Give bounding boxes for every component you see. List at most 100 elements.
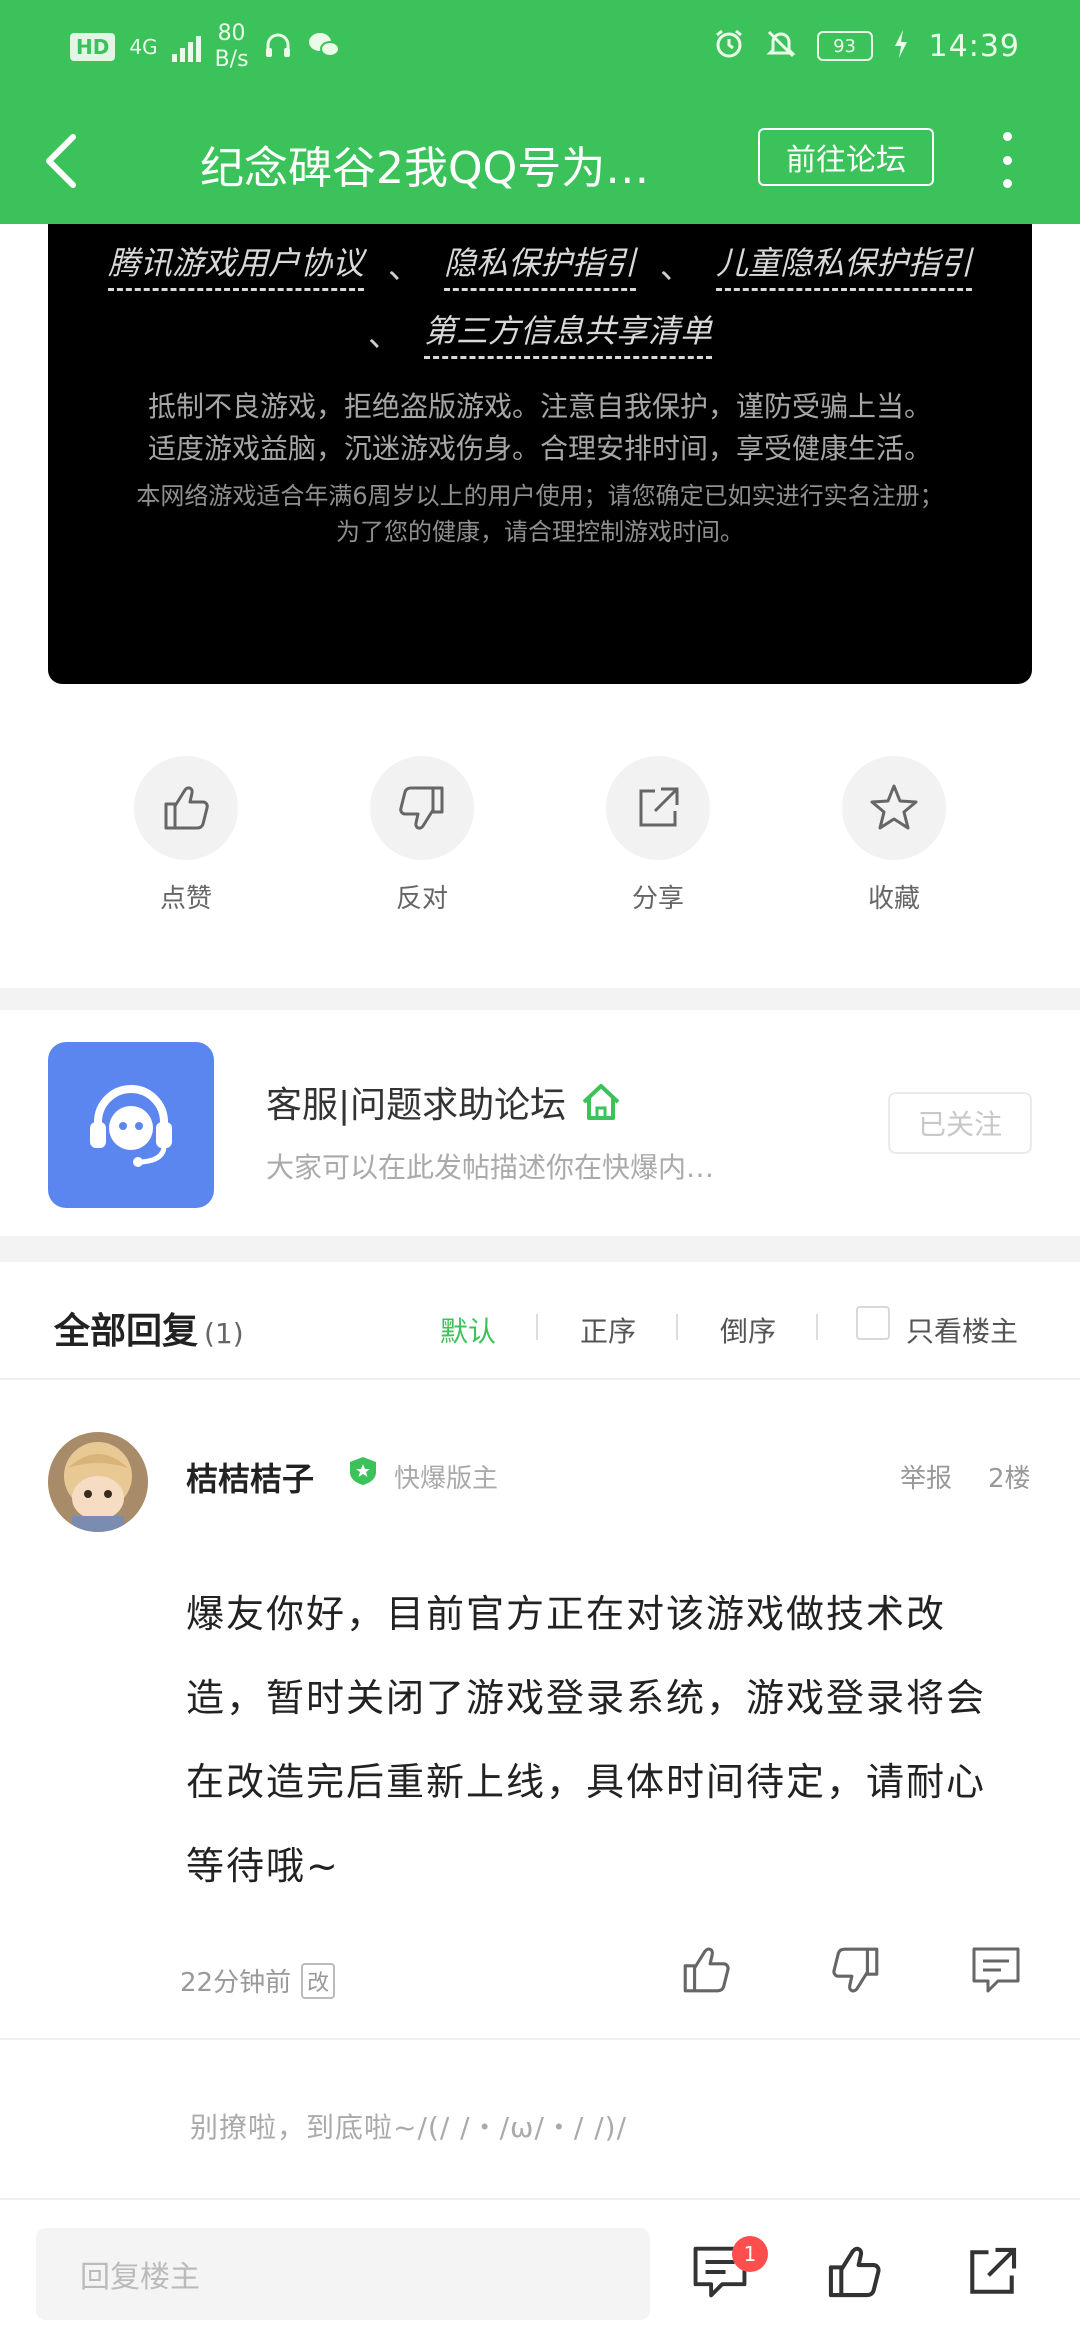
sort-descending-tab[interactable]: 倒序 xyxy=(720,1310,776,1350)
reply-username[interactable]: 桔桔桔子 xyxy=(186,1454,314,1500)
page-title: 纪念碑谷2我QQ号为… xyxy=(200,143,650,194)
wechat-icon xyxy=(307,30,341,64)
forum-logo[interactable] xyxy=(48,1042,214,1208)
comment-icon xyxy=(972,1947,1020,1993)
share-icon xyxy=(639,787,679,827)
agreement-links-row-2: 、 第三方信息共享清单 xyxy=(48,306,1032,359)
headphone-icon xyxy=(263,30,293,64)
reply-input[interactable]: 回复楼主 xyxy=(36,2228,650,2320)
forum-name[interactable]: 客服|问题求助论坛 xyxy=(266,1076,622,1128)
report-link[interactable]: 举报 xyxy=(900,1458,952,1495)
section-divider xyxy=(0,988,1080,1010)
bottom-like-button[interactable] xyxy=(822,2240,886,2304)
user-avatar-image xyxy=(48,1432,148,1532)
thumbs-up-icon xyxy=(164,786,209,830)
agreement-links-row-1: 腾讯游戏用户协议 、 隐私保护指引 、 儿童隐私保护指引 xyxy=(48,238,1032,291)
avatar[interactable] xyxy=(48,1432,148,1532)
reply-like-button[interactable] xyxy=(676,1940,736,2000)
network-speed: 80 B/s xyxy=(215,21,249,73)
followed-button[interactable]: 已关注 xyxy=(888,1092,1032,1154)
status-bar: HD 4G 80 B/s 93 14:39 xyxy=(0,0,1080,96)
like-label: 点赞 xyxy=(159,884,212,914)
home-icon xyxy=(582,1084,620,1120)
reply-dislike-button[interactable] xyxy=(826,1940,886,2000)
dislike-button[interactable]: 反对 xyxy=(370,756,474,915)
customer-service-icon xyxy=(90,1085,172,1167)
privacy-guide-link[interactable]: 隐私保护指引 xyxy=(443,238,636,291)
health-notice-line-2: 适度游戏益脑，沉迷游戏伤身。合理安排时间，享受健康生活。 xyxy=(147,432,932,465)
only-op-checkbox[interactable] xyxy=(856,1306,890,1340)
back-arrow-icon xyxy=(46,134,76,188)
game-notice-card: 腾讯游戏用户协议 、 隐私保护指引 、 儿童隐私保护指引 、 第三方信息共享清单… xyxy=(48,224,1032,684)
bottom-share-button[interactable] xyxy=(960,2240,1024,2304)
share-label: 分享 xyxy=(631,884,684,914)
hd-indicator: HD xyxy=(70,33,116,61)
app-bar: 纪念碑谷2我QQ号为… 前往论坛 xyxy=(0,96,1080,224)
go-to-forum-button[interactable]: 前往论坛 xyxy=(758,128,934,186)
thumbs-up-icon xyxy=(683,1947,730,1993)
third-party-sharing-link[interactable]: 第三方信息共享清单 xyxy=(424,306,713,359)
thumbs-down-icon xyxy=(832,1947,879,1993)
floor-number: 2楼 xyxy=(988,1464,1031,1494)
share-icon xyxy=(970,2247,1017,2294)
like-button[interactable]: 点赞 xyxy=(134,756,238,915)
speed-value: 80 xyxy=(217,21,246,46)
status-right: 93 14:39 xyxy=(713,26,1020,66)
reply-meta: 22分钟前 改 xyxy=(180,1962,336,1999)
favorite-label: 收藏 xyxy=(867,884,920,914)
thumbs-down-icon xyxy=(399,786,444,830)
favorite-button[interactable]: 收藏 xyxy=(842,756,946,915)
replies-count: (1) xyxy=(204,1317,244,1350)
forum-description: 大家可以在此发帖描述你在快爆内… xyxy=(266,1151,715,1184)
link-separator: 、 xyxy=(367,315,400,354)
more-vertical-icon xyxy=(1002,132,1012,141)
age-notice-line-2: 为了您的健康，请合理控制游戏时间。 xyxy=(336,518,744,546)
replies-title: 全部回复 (1) xyxy=(54,1302,244,1354)
health-notice: 抵制不良游戏，拒绝盗版游戏。注意自我保护，谨防受骗上当。 适度游戏益脑，沉迷游戏… xyxy=(48,386,1032,470)
mute-icon xyxy=(765,28,797,64)
clock: 14:39 xyxy=(928,28,1020,64)
user-agreement-link[interactable]: 腾讯游戏用户协议 xyxy=(107,238,364,291)
speed-unit: B/s xyxy=(214,47,249,72)
edited-tag: 改 xyxy=(301,1962,336,1999)
replies-title-text: 全部回复 xyxy=(54,1311,199,1352)
section-divider xyxy=(0,1236,1080,1262)
post-actions: 点赞 反对 分享 收藏 xyxy=(0,756,1080,926)
star-icon xyxy=(870,784,918,830)
network-type: 4G xyxy=(129,35,158,59)
back-button[interactable] xyxy=(26,126,96,196)
comment-count-badge: 1 xyxy=(732,2236,768,2272)
health-notice-line-1: 抵制不良游戏，拒绝盗版游戏。注意自我保护，谨防受骗上当。 xyxy=(147,390,932,423)
thumbs-up-icon xyxy=(828,2246,881,2298)
dislike-circle xyxy=(370,756,474,860)
share-circle xyxy=(606,756,710,860)
sort-default-tab[interactable]: 默认 xyxy=(440,1310,496,1350)
link-separator: 、 xyxy=(660,247,693,286)
forum-card[interactable]: 客服|问题求助论坛 大家可以在此发帖描述你在快爆内… 已关注 xyxy=(0,1014,1080,1236)
more-menu-button[interactable] xyxy=(990,128,1024,192)
signal-icon xyxy=(171,32,201,62)
link-separator: 、 xyxy=(387,247,420,286)
share-button[interactable]: 分享 xyxy=(606,756,710,915)
sort-separator xyxy=(816,1314,818,1340)
moderator-label: 快爆版主 xyxy=(394,1464,499,1494)
age-notice: 本网络游戏适合年满6周岁以上的用户使用；请您确定已如实进行实名注册； 为了您的健… xyxy=(48,478,1032,550)
sort-separator xyxy=(676,1314,678,1340)
reply-content: 爆友你好，目前官方正在对该游戏做技术改造，暂时关闭了游戏登录系统，游戏登录将会在… xyxy=(186,1592,987,1888)
reply-comment-button[interactable] xyxy=(966,1940,1026,2000)
replies-header: 全部回复 (1) 默认 正序 倒序 只看楼主 xyxy=(0,1262,1080,1380)
alarm-icon xyxy=(713,28,745,64)
sort-ascending-tab[interactable]: 正序 xyxy=(580,1310,636,1350)
charging-icon xyxy=(893,30,909,62)
child-privacy-link[interactable]: 儿童隐私保护指引 xyxy=(716,238,973,291)
reply-time: 22分钟前 xyxy=(180,1968,292,1998)
forum-name-text: 客服|问题求助论坛 xyxy=(266,1085,567,1126)
end-of-list-text: 别撩啦，到底啦~/(/ /・/ω/・/ /)/ xyxy=(190,2111,628,2144)
only-op-label[interactable]: 只看楼主 xyxy=(906,1310,1018,1350)
bottom-bar: 回复楼主 1 xyxy=(0,2198,1080,2340)
sort-separator xyxy=(536,1314,538,1340)
reply-item: 桔桔桔子 快爆版主 举报 2楼 爆友你好，目前官方正在对该游戏做技术改造，暂时关… xyxy=(0,1384,1080,2040)
like-circle xyxy=(134,756,238,860)
battery-indicator: 93 xyxy=(816,31,873,61)
status-left: HD 4G 80 B/s xyxy=(70,21,341,73)
